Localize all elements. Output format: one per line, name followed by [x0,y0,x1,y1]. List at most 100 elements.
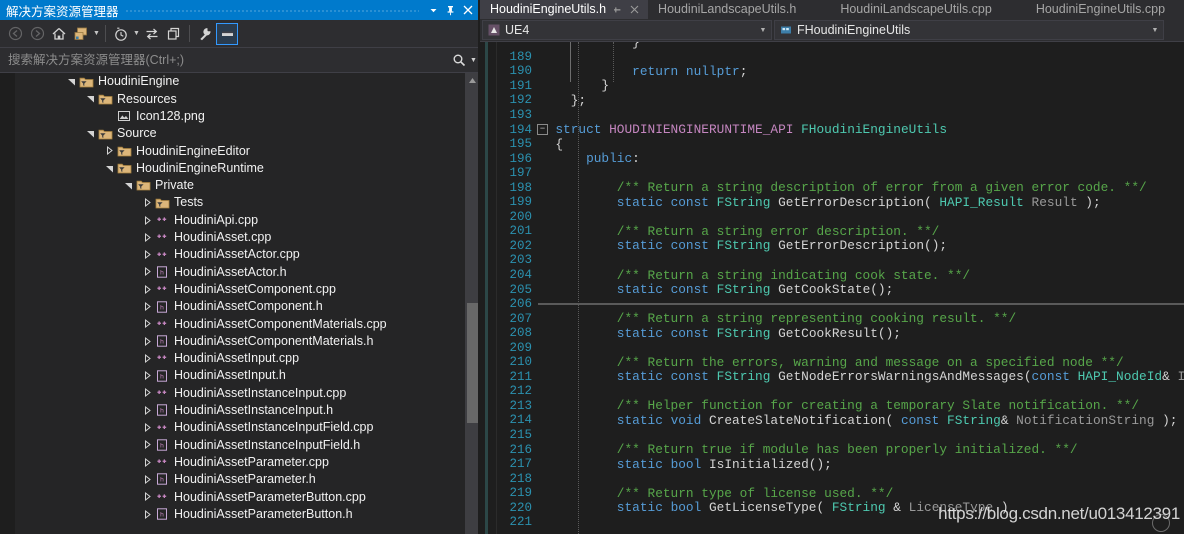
twisty-collapsed-icon[interactable] [140,351,154,365]
twisty-collapsed-icon[interactable] [140,334,154,348]
tree-item[interactable]: HoudiniEngineEditor [0,142,465,159]
twisty-collapsed-icon[interactable] [140,248,154,262]
tree-item[interactable]: HoudiniAssetInput.cpp [0,350,465,367]
twisty-expanded-icon[interactable] [64,75,78,89]
tree-item[interactable]: h HoudiniAssetComponentMaterials.h [0,332,465,349]
twisty-collapsed-icon[interactable] [140,403,154,417]
tree-item[interactable]: HoudiniAsset.cpp [0,229,465,246]
twisty-expanded-icon[interactable] [121,178,135,192]
pin-icon[interactable] [442,1,459,19]
tree-item[interactable]: h HoudiniAssetActor.h [0,263,465,280]
editor-tab[interactable]: HoudiniEngineUtils.cpp [1026,0,1184,19]
tree-item[interactable]: HoudiniAssetParameterButton.cpp [0,488,465,505]
twisty-expanded-icon[interactable] [83,92,97,106]
tree-item[interactable]: HoudiniAssetComponentMaterials.cpp [0,315,465,332]
tree-item[interactable]: HoudiniAssetComponent.cpp [0,281,465,298]
tree-item[interactable]: Icon128.png [0,108,465,125]
tree-item[interactable]: Source [0,125,465,142]
tab-pin-icon[interactable] [609,2,624,17]
twisty-collapsed-icon[interactable] [140,472,154,486]
editor-tabstrip[interactable]: HoudiniEngineUtils.h HoudiniLandscapeUtil… [480,0,1184,19]
twisty-collapsed-icon[interactable] [140,213,154,227]
properties-button[interactable] [194,23,216,45]
code-token: FString [831,500,886,516]
tree-item[interactable]: HoudiniAssetParameter.cpp [0,454,465,471]
cpp-file-icon [154,229,170,245]
back-button[interactable] [4,23,26,45]
sync-with-active-document-button[interactable] [141,23,163,45]
solution-explorer-tree[interactable]: HoudiniEngine Resources Icon128.png Source H… [0,73,465,534]
project-scope-dropdown[interactable]: UE4 ▼ [482,20,772,40]
tree-item[interactable]: h HoudiniAssetInput.h [0,367,465,384]
twisty-expanded-icon[interactable] [102,161,116,175]
scrollbar-thumb[interactable] [467,303,478,423]
search-input[interactable] [8,53,449,67]
editor-tab[interactable]: HoudiniLandscapeUtils.cpp [830,0,1025,19]
panel-dropdown-icon[interactable] [425,1,442,19]
tree-item[interactable]: h HoudiniAssetParameterButton.h [0,505,465,522]
forward-button[interactable] [26,23,48,45]
twisty-collapsed-icon[interactable] [140,196,154,210]
line-number: 219 [509,486,532,501]
tree-item[interactable]: HoudiniAssetActor.cpp [0,246,465,263]
chevron-down-icon-2[interactable]: ▼ [1149,23,1161,37]
code-token: FString [716,325,771,341]
twisty-collapsed-icon[interactable] [140,438,154,452]
tab-close-icon[interactable] [627,2,642,17]
twisty-collapsed-icon[interactable] [140,282,154,296]
code-editor[interactable]: 188 }189190 return nullptr;191 }192 };19… [480,42,1184,534]
close-icon[interactable] [459,1,476,19]
tree-item[interactable]: h HoudiniAssetParameter.h [0,471,465,488]
tree-item[interactable]: Private [0,177,465,194]
tree-item[interactable]: HoudiniEngine [0,73,465,90]
twisty-collapsed-icon[interactable] [102,144,116,158]
tree-item[interactable]: HoudiniEngineRuntime [0,159,465,176]
editor-tab[interactable]: HoudiniEngineUtils.h [480,0,649,19]
search-icon[interactable] [449,50,469,70]
pending-changes-button[interactable] [110,23,132,45]
folder-filter-icon [97,126,113,142]
chevron-down-icon[interactable]: ▼ [757,23,769,37]
line-number: 204 [509,268,532,283]
twisty-collapsed-icon[interactable] [140,317,154,331]
tree-item[interactable]: h HoudiniAssetInstanceInputField.h [0,436,465,453]
twisty-collapsed-icon[interactable] [140,369,154,383]
editor-tab-label: HoudiniEngineUtils.cpp [1035,2,1166,17]
refresh-button[interactable] [163,23,185,45]
tree-item[interactable]: h HoudiniAssetInstanceInput.h [0,402,465,419]
twisty-collapsed-icon[interactable] [140,386,154,400]
search-options-caret-icon[interactable]: ▼ [469,50,478,70]
editor-tab[interactable]: HoudiniLandscapeUtils.h [648,0,830,19]
code-fold-toggle-icon[interactable]: − [537,124,548,136]
pending-changes-caret-icon[interactable]: ▼ [132,23,141,45]
tree-item[interactable]: Tests [0,194,465,211]
home-button[interactable] [48,23,70,45]
twisty-collapsed-icon[interactable] [140,490,154,504]
editor-tab-label: HoudiniEngineUtils.h [490,2,607,17]
twisty-collapsed-icon[interactable] [140,265,154,279]
tree-item[interactable]: Resources [0,90,465,107]
twisty-collapsed-icon[interactable] [140,507,154,521]
line-number: 192 [509,93,532,108]
tree-item[interactable]: HoudiniAssetInstanceInputField.cpp [0,419,465,436]
preview-selected-items-button[interactable] [216,22,238,45]
member-scope-dropdown[interactable]: FHoudiniEngineUtils ▼ [774,20,1164,40]
switch-views-caret-icon[interactable]: ▼ [92,23,101,45]
tree-item[interactable]: h HoudiniAssetComponent.h [0,298,465,315]
twisty-collapsed-icon[interactable] [140,230,154,244]
code-line-text: return nullptr; [540,64,1184,79]
tree-item[interactable]: HoudiniAssetInstanceInput.cpp [0,384,465,401]
code-token: HAPI_Result [939,194,1024,210]
code-token: static [616,369,663,385]
twisty-collapsed-icon[interactable] [140,421,154,435]
switch-views-button[interactable] [70,23,92,45]
twisty-collapsed-icon[interactable] [140,455,154,469]
twisty-expanded-icon[interactable] [83,127,97,141]
tree-item[interactable]: HoudiniApi.cpp [0,211,465,228]
twisty-collapsed-icon[interactable] [140,300,154,314]
